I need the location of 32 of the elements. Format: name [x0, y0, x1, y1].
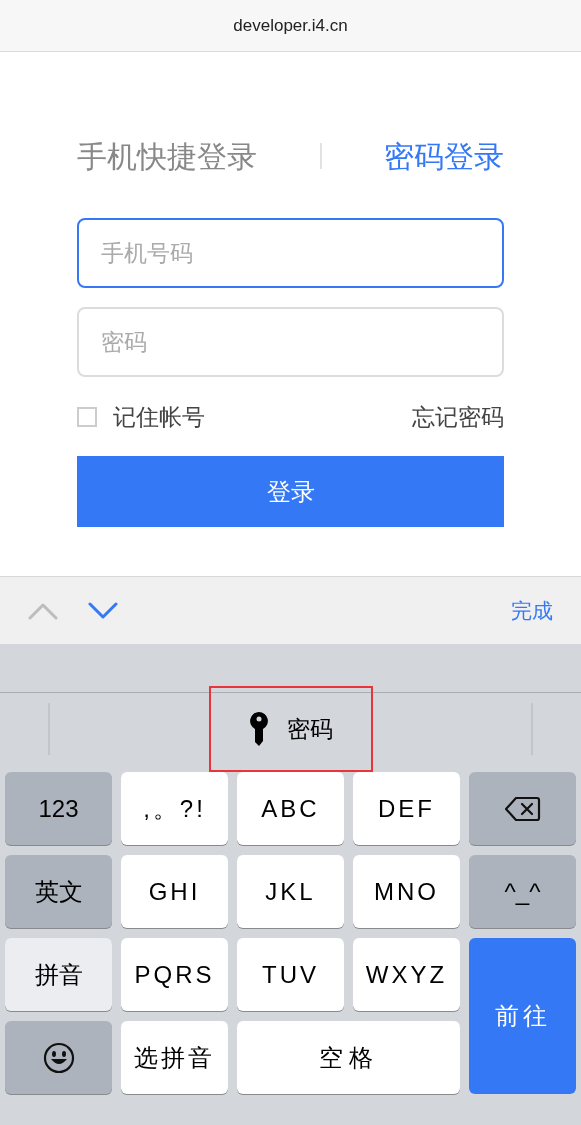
emoji-key[interactable]	[5, 1021, 112, 1094]
go-key[interactable]: 前往	[469, 938, 576, 1094]
space-key[interactable]: 空格	[237, 1021, 460, 1094]
delete-key[interactable]	[469, 772, 576, 845]
backspace-icon	[504, 795, 541, 822]
login-tab[interactable]: 密码登录	[384, 133, 504, 179]
keyboard-key[interactable]: ABC	[237, 772, 344, 845]
login-tab[interactable]: 手机快捷登录	[77, 133, 257, 179]
page-url[interactable]: developer.i4.cn	[233, 12, 348, 39]
keyboard-key[interactable]: TUV	[237, 938, 344, 1011]
keyboard-key[interactable]: 拼音	[5, 938, 112, 1011]
keyboard-key[interactable]: ^_^	[469, 855, 576, 928]
forgot-password-link[interactable]: 忘记密码	[412, 399, 504, 435]
phone-field[interactable]: 手机号码	[77, 218, 504, 288]
key-icon	[248, 711, 269, 747]
remember-label: 记住帐号	[113, 402, 205, 432]
login-button[interactable]: 登录	[77, 456, 504, 527]
keyboard-key[interactable]: PQRS	[121, 938, 228, 1011]
remember-checkbox[interactable]	[77, 407, 97, 427]
keyboard-key[interactable]: GHI	[121, 855, 228, 928]
password-suggestion[interactable]: 密码	[208, 686, 373, 772]
keyboard-key[interactable]: 123	[5, 772, 112, 845]
smiley-icon	[42, 1041, 75, 1074]
keyboard-key[interactable]: JKL	[237, 855, 344, 928]
keyboard-key[interactable]: DEF	[353, 772, 460, 845]
keyboard-key[interactable]: 选拼音	[121, 1021, 228, 1094]
done-button[interactable]: 完成	[511, 594, 553, 627]
password-field[interactable]: 密码	[77, 307, 504, 377]
keyboard-key[interactable]: 英文	[5, 855, 112, 928]
keyboard-key[interactable]: MNO	[353, 855, 460, 928]
keyboard-key[interactable]: ,。?!	[121, 772, 228, 845]
keyboard-key[interactable]: WXYZ	[353, 938, 460, 1011]
